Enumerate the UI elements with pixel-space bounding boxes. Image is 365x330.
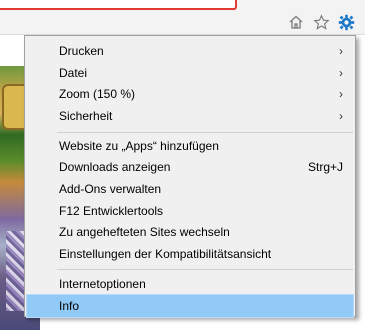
menu-item-manage-addons[interactable]: Add-Ons verwalten bbox=[27, 178, 353, 200]
browser-toolbar bbox=[0, 0, 365, 35]
browser-window: Drucken › Datei › Zoom (150 %) › Sicherh… bbox=[0, 0, 365, 330]
menu-item-about[interactable]: Info bbox=[26, 294, 354, 318]
menu-item-label: Einstellungen der Kompatibilitätsansicht bbox=[59, 247, 272, 261]
menu-item-label: F12 Entwicklertools bbox=[59, 204, 164, 218]
chevron-right-icon: › bbox=[339, 66, 343, 80]
menu-item-print[interactable]: Drucken › bbox=[27, 40, 353, 62]
menu-item-internet-options[interactable]: Internetoptionen bbox=[27, 273, 353, 295]
menu-item-label: Zoom (150 %) bbox=[59, 87, 136, 101]
address-bar-edge[interactable] bbox=[0, 0, 237, 10]
menu-item-dev-tools[interactable]: F12 Entwicklertools bbox=[27, 200, 353, 222]
menu-item-compat-view[interactable]: Einstellungen der Kompatibilitätsansicht bbox=[27, 243, 353, 265]
menu-item-label: Internetoptionen bbox=[59, 277, 146, 291]
menu-item-security[interactable]: Sicherheit › bbox=[27, 105, 353, 127]
menu-item-label: Website zu „Apps“ hinzufügen bbox=[59, 139, 219, 153]
menu-item-label: Zu angehefteten Sites wechseln bbox=[59, 225, 230, 239]
tools-menu: Drucken › Datei › Zoom (150 %) › Sicherh… bbox=[24, 35, 356, 318]
menu-item-label: Datei bbox=[59, 66, 88, 80]
menu-item-shortcut: Strg+J bbox=[307, 160, 343, 174]
menu-item-pinned-sites[interactable]: Zu angehefteten Sites wechseln bbox=[27, 221, 353, 243]
menu-item-file[interactable]: Datei › bbox=[27, 62, 353, 84]
menu-item-label: Drucken bbox=[59, 44, 104, 58]
star-icon[interactable] bbox=[311, 12, 331, 32]
gear-icon[interactable] bbox=[336, 12, 356, 32]
menu-item-label: Add-Ons verwalten bbox=[59, 182, 162, 196]
menu-item-label: Sicherheit bbox=[59, 109, 113, 123]
menu-item-zoom[interactable]: Zoom (150 %) › bbox=[27, 83, 353, 105]
home-icon[interactable] bbox=[286, 12, 306, 32]
menu-separator bbox=[57, 132, 353, 133]
menu-item-label: Downloads anzeigen bbox=[59, 160, 171, 174]
menu-separator bbox=[57, 269, 353, 270]
menu-item-label: Info bbox=[59, 299, 80, 313]
chevron-right-icon: › bbox=[339, 87, 343, 101]
chevron-right-icon: › bbox=[339, 44, 343, 58]
chevron-right-icon: › bbox=[339, 109, 343, 123]
menu-item-view-downloads[interactable]: Downloads anzeigen Strg+J bbox=[27, 156, 353, 178]
menu-item-add-to-apps[interactable]: Website zu „Apps“ hinzufügen bbox=[27, 135, 353, 157]
